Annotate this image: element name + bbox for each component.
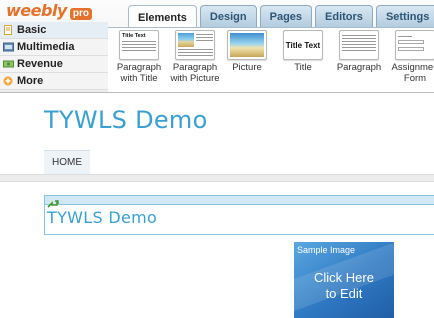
category-label: Revenue: [17, 58, 63, 70]
element-label: Paragraph: [336, 62, 382, 73]
element-label: Picture: [232, 62, 262, 73]
move-arrow-icon[interactable]: [47, 196, 59, 208]
paragraph-thumbnail: [339, 30, 379, 60]
element-label: Title: [294, 62, 312, 73]
sample-image-caption: Sample Image: [297, 245, 356, 255]
category-label: More: [17, 75, 44, 87]
nav-item-home[interactable]: HOME: [44, 150, 90, 174]
category-more[interactable]: More: [0, 73, 108, 90]
element-label: Assignmen Form: [391, 62, 434, 84]
tab-settings[interactable]: Settings: [375, 5, 434, 27]
category-label: Multimedia: [17, 41, 75, 53]
tab-pages[interactable]: Pages: [259, 5, 313, 27]
element-label: Paragraph with Picture: [170, 62, 220, 84]
pro-badge: pro: [69, 8, 92, 20]
tab-design[interactable]: Design: [199, 5, 257, 27]
title-element-text[interactable]: TYWLS Demo: [45, 205, 434, 227]
document-icon: [2, 25, 14, 35]
element-categories: Basic Multimedia Revenue More: [0, 22, 108, 90]
element-handle-bar[interactable]: [45, 196, 434, 208]
site-title[interactable]: TYWLS Demo: [44, 106, 208, 134]
tab-editors[interactable]: Editors: [315, 5, 373, 27]
element-assignment-form[interactable]: Assignmen Form: [386, 30, 434, 84]
picture-thumbnail: [227, 30, 267, 60]
film-icon: [2, 42, 14, 52]
element-title[interactable]: Title Text Title: [274, 30, 332, 73]
category-label: Basic: [17, 24, 47, 36]
paragraph-with-picture-thumbnail: [175, 30, 215, 60]
thumb-title-text: Title Text: [122, 33, 146, 39]
assignment-form-thumbnail: [395, 30, 434, 60]
element-label: Paragraph with Title: [116, 62, 162, 84]
plus-icon: [2, 76, 14, 86]
element-paragraph-with-picture[interactable]: Paragraph with Picture: [166, 30, 224, 84]
paragraph-with-title-thumbnail: Title Text: [119, 30, 159, 60]
nav-divider-band: [0, 174, 434, 182]
click-to-edit-label[interactable]: Click Here to Edit: [294, 270, 394, 302]
tab-elements[interactable]: Elements: [128, 5, 197, 29]
category-multimedia[interactable]: Multimedia: [0, 39, 108, 56]
weebly-logo[interactable]: weebly pro: [6, 1, 92, 20]
title-thumbnail: Title Text: [283, 30, 323, 60]
category-basic[interactable]: Basic: [0, 22, 108, 39]
title-element[interactable]: TYWLS Demo: [44, 195, 434, 235]
category-revenue[interactable]: Revenue: [0, 56, 108, 73]
logo-wordmark: weebly: [6, 1, 67, 20]
sample-image[interactable]: Sample Image Click Here to Edit: [294, 242, 394, 318]
editor-toolbar: weebly pro Elements Design Pages Editors…: [0, 0, 434, 93]
element-picture[interactable]: Picture: [218, 30, 276, 73]
element-paragraph-with-title[interactable]: Title Text Paragraph with Title: [110, 30, 168, 84]
money-icon: [2, 59, 14, 69]
element-paragraph[interactable]: Paragraph: [330, 30, 388, 73]
thumb-title-text: Title Text: [285, 40, 321, 50]
main-tabs: Elements Design Pages Editors Settings: [128, 5, 434, 29]
